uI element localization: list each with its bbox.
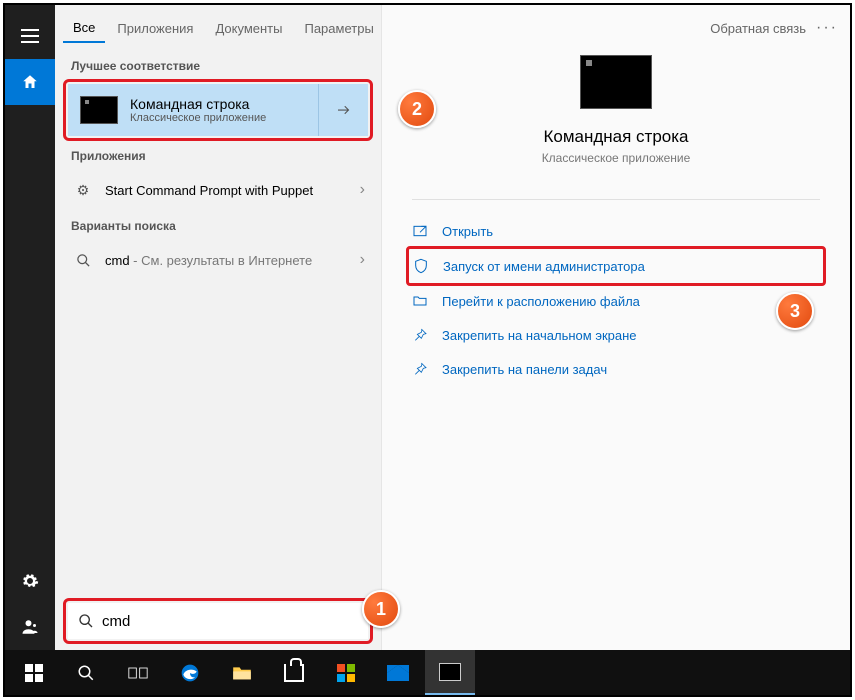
home-icon (21, 73, 39, 91)
detail-title: Командная строка (543, 127, 688, 147)
chevron-right-icon: › (360, 181, 365, 199)
microsoft-icon (337, 664, 355, 682)
open-icon (412, 223, 428, 239)
best-match-expand[interactable] (318, 84, 368, 136)
step-badge-2: 2 (398, 90, 436, 128)
best-match-title: Командная строка (130, 96, 318, 112)
feedback-link[interactable]: Обратная связь (710, 21, 806, 36)
taskbar-store[interactable] (269, 650, 319, 695)
action-open-location[interactable]: Перейти к расположению файла (412, 284, 820, 318)
person-icon (21, 618, 39, 636)
folder-icon (412, 293, 428, 309)
results-column: Все Приложения Документы Параметры Интер… (55, 5, 381, 650)
detail-pane: Обратная связь ··· Командная строка Клас… (381, 5, 850, 650)
cmd-icon (580, 55, 652, 109)
search-icon (71, 253, 95, 268)
action-run-admin[interactable]: Запуск от имени администратора (413, 249, 819, 283)
section-search-variants: Варианты поиска (55, 211, 381, 239)
taskbar-search[interactable] (61, 650, 111, 695)
step-badge-3: 3 (776, 292, 814, 330)
app-result-label: Start Command Prompt with Puppet (95, 183, 360, 198)
rail-hamburger[interactable] (5, 13, 55, 59)
tab-settings[interactable]: Параметры (294, 15, 383, 42)
folder-icon (232, 665, 252, 681)
task-view-icon (128, 665, 148, 681)
rail-settings[interactable] (5, 558, 55, 604)
taskbar-cmd[interactable] (425, 650, 475, 695)
action-run-admin-label: Запуск от имени администратора (443, 259, 645, 274)
section-best-match: Лучшее соответствие (55, 51, 381, 79)
pin-start-icon (412, 327, 428, 343)
store-icon (284, 664, 304, 682)
cmd-icon (80, 96, 118, 124)
chevron-right-icon: › (360, 251, 365, 269)
action-pin-taskbar-label: Закрепить на панели задач (442, 362, 607, 377)
shield-icon (413, 258, 429, 274)
app-result-puppet[interactable]: ⚙ Start Command Prompt with Puppet › (55, 169, 381, 211)
web-result-label: cmd - См. результаты в Интернете (95, 253, 360, 268)
mail-icon (387, 665, 409, 681)
search-input[interactable] (102, 613, 358, 630)
search-icon (78, 613, 94, 629)
taskbar-microsoft[interactable] (321, 650, 371, 695)
action-pin-taskbar[interactable]: Закрепить на панели задач (412, 352, 820, 386)
search-box[interactable] (68, 603, 368, 639)
edge-icon (180, 663, 200, 683)
action-open-label: Открыть (442, 224, 493, 239)
gear-icon (21, 572, 39, 590)
pin-taskbar-icon (412, 361, 428, 377)
task-view[interactable] (113, 650, 163, 695)
filter-tabs: Все Приложения Документы Параметры Интер… (55, 5, 381, 51)
web-result-cmd[interactable]: cmd - См. результаты в Интернете › (55, 239, 381, 281)
section-apps: Приложения (55, 141, 381, 169)
best-match-result[interactable]: Командная строка Классическое приложение (68, 84, 368, 136)
tab-apps[interactable]: Приложения (107, 15, 203, 42)
rail-home[interactable] (5, 59, 55, 105)
best-match-subtitle: Классическое приложение (130, 112, 318, 124)
action-pin-start[interactable]: Закрепить на начальном экране (412, 318, 820, 352)
puppet-icon: ⚙ (71, 182, 95, 199)
taskbar (5, 650, 850, 695)
action-open[interactable]: Открыть (412, 214, 820, 248)
start-rail (5, 5, 55, 650)
more-button[interactable]: ··· (816, 19, 838, 37)
start-button[interactable] (9, 650, 59, 695)
tab-all[interactable]: Все (63, 14, 105, 43)
windows-icon (25, 664, 43, 682)
taskbar-mail[interactable] (373, 650, 423, 695)
taskbar-explorer[interactable] (217, 650, 267, 695)
rail-account[interactable] (5, 604, 55, 650)
cmd-icon (439, 663, 461, 681)
action-pin-start-label: Закрепить на начальном экране (442, 328, 637, 343)
step-badge-1: 1 (362, 590, 400, 628)
hamburger-icon (21, 29, 39, 43)
divider (412, 199, 820, 200)
arrow-right-icon (335, 101, 353, 119)
action-open-location-label: Перейти к расположению файла (442, 294, 640, 309)
search-icon (77, 664, 95, 682)
tab-documents[interactable]: Документы (205, 15, 292, 42)
taskbar-edge[interactable] (165, 650, 215, 695)
detail-subtitle: Классическое приложение (542, 151, 691, 165)
